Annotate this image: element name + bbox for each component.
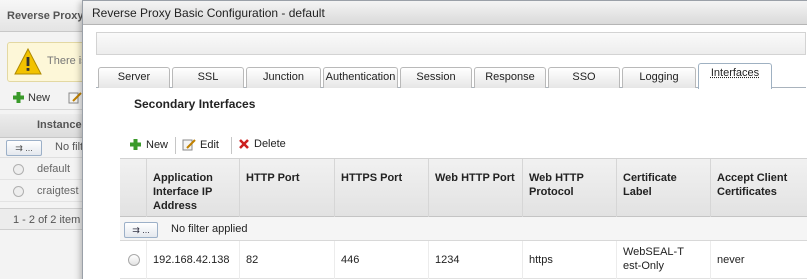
column-header-accept-client-certificates-label: Accept Client Certificates (717, 172, 788, 198)
tab-response[interactable]: Response (474, 67, 546, 88)
background-row-radio[interactable] (13, 164, 24, 175)
cell-certificate-label: WebSEAL-Test-Only (616, 241, 710, 279)
tab-ssl[interactable]: SSL (172, 67, 244, 88)
column-header-https-port-label: HTTPS Port (341, 172, 403, 184)
tab-server-label: Server (117, 71, 151, 83)
column-header-web-http-port-label: Web HTTP Port (435, 172, 515, 184)
delete-icon (239, 139, 249, 149)
filter-button[interactable]: ⇉ ... (124, 222, 158, 238)
background-column-instance: Instance (37, 119, 82, 131)
tab-server[interactable]: Server (98, 67, 170, 88)
tab-authentication[interactable]: Authentication (323, 67, 398, 88)
background-row-radio[interactable] (13, 186, 24, 197)
edit-icon[interactable] (68, 91, 82, 104)
column-header-http-port-label: HTTP Port (246, 172, 300, 184)
grid-header: Application Interface IP Address HTTP Po… (120, 159, 807, 217)
column-header-accept-client-certificates[interactable]: Accept Client Certificates (710, 159, 807, 217)
column-header-web-http-protocol[interactable]: Web HTTP Protocol (522, 159, 616, 217)
dialog-title: Reverse Proxy Basic Configuration - defa… (92, 6, 325, 20)
tab-session-label: Session (416, 71, 456, 83)
background-new-label: New (28, 91, 51, 104)
column-header-certificate-label[interactable]: Certificate Label (616, 159, 710, 217)
column-header-https-port[interactable]: HTTPS Port (334, 159, 428, 217)
select-column-header (120, 159, 146, 217)
cell-web-http-protocol-value: https (529, 254, 553, 266)
delete-button-label: Delete (254, 138, 286, 150)
tab-bar: Server SSL Junction Authentication Sessi… (96, 62, 806, 89)
section-title: Secondary Interfaces (134, 97, 256, 111)
tab-interfaces-label: Interfaces (710, 67, 760, 79)
row-select-cell (120, 241, 146, 279)
cell-accept-client-certificates-value: never (717, 254, 745, 266)
tab-response-label: Response (485, 71, 535, 83)
grid-toolbar: New Edit Delete (120, 131, 807, 159)
add-icon (13, 92, 24, 103)
cell-ip-value: 192.168.42.138 (153, 254, 230, 266)
cell-ip: 192.168.42.138 (146, 241, 239, 279)
warning-icon (14, 47, 42, 75)
configuration-dialog: Reverse Proxy Basic Configuration - defa… (82, 0, 807, 279)
tab-sso-label: SSO (572, 71, 596, 83)
tab-junction-label: Junction (263, 71, 304, 83)
background-filter-button-label: ⇉ ... (15, 142, 33, 153)
cell-https-port: 446 (334, 241, 428, 279)
column-header-http-port[interactable]: HTTP Port (239, 159, 334, 217)
cell-web-http-port-value: 1234 (435, 254, 460, 266)
cell-accept-client-certificates: never (710, 241, 807, 279)
filter-status-text: No filter applied (171, 223, 248, 235)
tab-sso[interactable]: SSO (548, 67, 620, 88)
cell-https-port-value: 446 (341, 254, 360, 266)
background-filter-text: No filt (55, 141, 84, 153)
tab-ssl-label: SSL (197, 71, 219, 83)
new-button[interactable]: New (129, 138, 168, 151)
row-select-radio[interactable] (128, 254, 140, 266)
background-pagination-text: 1 - 2 of 2 item (13, 214, 81, 226)
column-header-ip-label: Application Interface IP Address (153, 172, 213, 212)
dialog-titlebar[interactable]: Reverse Proxy Basic Configuration - defa… (83, 1, 807, 25)
add-icon (130, 139, 141, 150)
warning-text: There is (47, 55, 87, 67)
tab-session[interactable]: Session (400, 67, 472, 88)
edit-button-label: Edit (200, 138, 219, 151)
interfaces-grid: New Edit Delete Application Interface IP… (120, 131, 807, 279)
background-filter-button[interactable]: ⇉ ... (6, 140, 42, 156)
tab-authentication-label: Authentication (325, 71, 396, 83)
column-header-ip[interactable]: Application Interface IP Address (146, 159, 239, 217)
new-button-label: New (146, 138, 169, 151)
filter-button-label: ⇉ ... (132, 224, 150, 235)
delete-button[interactable]: Delete (238, 138, 286, 150)
cell-http-port: 82 (239, 241, 334, 279)
tab-logging-label: Logging (639, 71, 679, 83)
cell-certificate-label-value: WebSEAL-Test-Only (623, 246, 684, 272)
column-header-web-http-protocol-label: Web HTTP Protocol (529, 172, 584, 198)
toolbar-divider (231, 137, 232, 154)
table-row[interactable]: 192.168.42.138 82 446 1234 https WebSEAL… (120, 241, 807, 279)
column-header-certificate-label-label: Certificate Label (623, 172, 677, 198)
filter-row: ⇉ ... No filter applied (120, 217, 807, 241)
cell-http-port-value: 82 (246, 254, 259, 266)
background-row-label: craigtest (37, 185, 79, 197)
edit-button[interactable]: Edit (182, 138, 219, 151)
background-new-button[interactable]: New (12, 91, 50, 104)
cell-web-http-protocol: https (522, 241, 616, 279)
edit-icon (182, 139, 196, 151)
dialog-message-strip (96, 32, 806, 55)
toolbar-divider (175, 137, 176, 154)
background-row-label: default (37, 163, 71, 175)
column-header-web-http-port[interactable]: Web HTTP Port (428, 159, 522, 217)
cell-web-http-port: 1234 (428, 241, 522, 279)
tab-interfaces[interactable]: Interfaces (698, 63, 772, 89)
dialog-body: Server SSL Junction Authentication Sessi… (83, 25, 807, 279)
tab-logging[interactable]: Logging (622, 67, 696, 88)
tab-junction[interactable]: Junction (246, 67, 321, 88)
